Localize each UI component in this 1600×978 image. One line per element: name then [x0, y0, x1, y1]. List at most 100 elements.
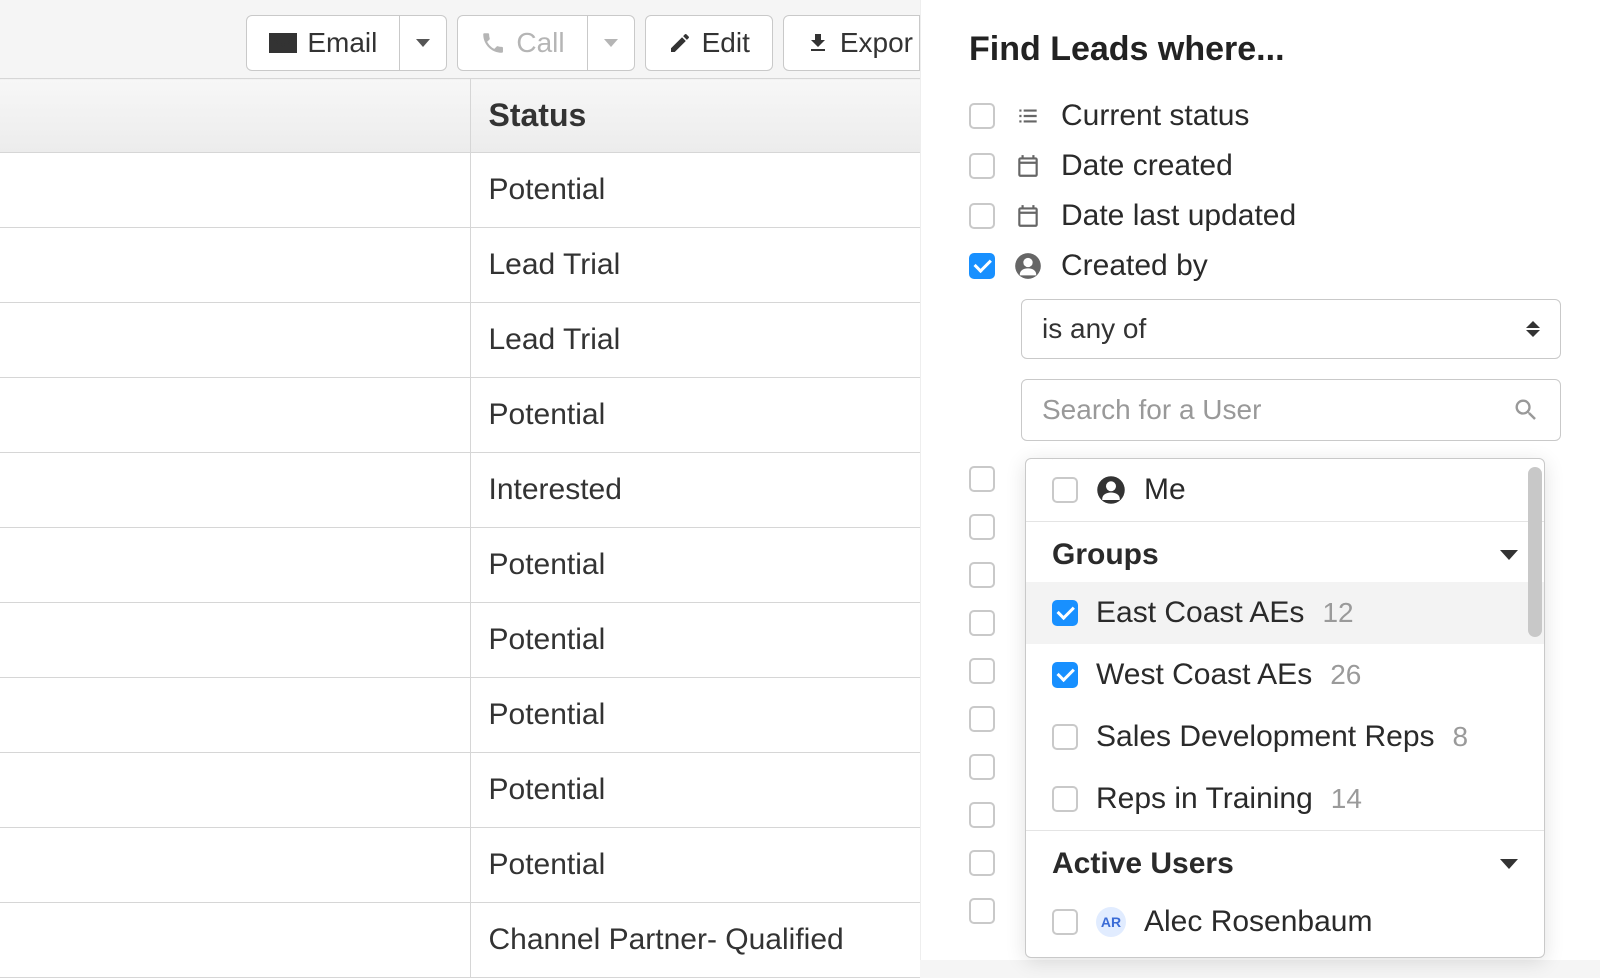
checkbox[interactable] — [969, 562, 995, 588]
leads-table: acts Status Potentialnio Mumbeson +2Lead… — [0, 78, 920, 978]
checkbox[interactable] — [969, 754, 995, 780]
mail-icon — [269, 33, 297, 53]
filter-sidebar: Find Leads where... Current status Date … — [920, 0, 1600, 960]
operator-value: is any of — [1042, 313, 1146, 345]
checkbox[interactable] — [1052, 724, 1078, 750]
table-row[interactable]: in KellyLead Trial — [0, 303, 920, 378]
cell-status: Potential — [470, 753, 920, 828]
toolbar: Email Call Edit Expor — [0, 10, 920, 76]
leads-table-wrap: acts Status Potentialnio Mumbeson +2Lead… — [0, 78, 920, 978]
checkbox[interactable] — [969, 103, 995, 129]
filter-label: Date last updated — [1061, 199, 1296, 233]
export-label: Expor — [840, 27, 913, 59]
checkbox[interactable] — [969, 514, 995, 540]
filter-date-created[interactable]: Date created — [969, 149, 1560, 183]
checkbox[interactable] — [969, 253, 995, 279]
call-dropdown-button[interactable] — [588, 15, 635, 71]
cell-status: Lead Trial — [470, 228, 920, 303]
checkbox[interactable] — [1052, 909, 1078, 935]
cell-contact: n Dusk — [0, 678, 470, 753]
email-label: Email — [307, 27, 377, 59]
table-row[interactable]: on HannaInterested — [0, 453, 920, 528]
cell-contact: lie Fern — [0, 903, 470, 978]
chevron-down-icon — [1500, 859, 1518, 869]
table-row[interactable]: cent MeinerdingPotential — [0, 828, 920, 903]
filter-label: Current status — [1061, 99, 1249, 133]
checkbox[interactable] — [1052, 662, 1078, 688]
column-header-contacts[interactable]: acts — [0, 79, 470, 153]
popup-group-item[interactable]: Reps in Training 14 — [1026, 768, 1544, 830]
sidebar-title: Find Leads where... — [969, 30, 1560, 69]
cell-status: Potential — [470, 603, 920, 678]
email-button-group: Email — [246, 15, 447, 71]
email-dropdown-button[interactable] — [400, 15, 447, 71]
table-row[interactable]: Potential — [0, 528, 920, 603]
cell-status: Potential — [470, 378, 920, 453]
section-title: Groups — [1052, 538, 1159, 572]
popup-group-item[interactable]: East Coast AEs12 — [1026, 582, 1544, 644]
table-row[interactable]: g GreenbaumPotential — [0, 753, 920, 828]
popup-groups-header[interactable]: Groups — [1026, 521, 1544, 582]
popup-user-item[interactable]: Alex Prokop — [1026, 953, 1544, 958]
table-row[interactable]: nio Mumbeson +2Lead Trial — [0, 228, 920, 303]
column-header-status[interactable]: Status — [470, 79, 920, 153]
filter-current-status[interactable]: Current status — [969, 99, 1560, 133]
call-button[interactable]: Call — [457, 15, 587, 71]
cell-status: Potential — [470, 678, 920, 753]
popup-active-users-header[interactable]: Active Users — [1026, 830, 1544, 891]
cell-contact — [0, 153, 470, 228]
table-row[interactable]: Potential — [0, 153, 920, 228]
checkbox[interactable] — [969, 466, 995, 492]
table-row[interactable]: a PalaiaPotential — [0, 378, 920, 453]
checkbox[interactable] — [969, 802, 995, 828]
section-title: Active Users — [1052, 847, 1234, 881]
email-button[interactable]: Email — [246, 15, 400, 71]
cell-status: Channel Partner- Qualified — [470, 903, 920, 978]
avatar: AR — [1096, 907, 1126, 937]
checkbox[interactable] — [1052, 786, 1078, 812]
download-icon — [806, 31, 830, 55]
list-icon — [1013, 101, 1043, 131]
popup-group-item[interactable]: West Coast AEs 26 — [1026, 644, 1544, 706]
pencil-icon — [668, 31, 692, 55]
group-name: Sales Development Reps — [1096, 720, 1435, 754]
user-name: Alec Rosenbaum — [1144, 905, 1372, 939]
scrollbar[interactable] — [1528, 467, 1542, 637]
popup-group-item[interactable]: Sales Development Reps8 — [1026, 706, 1544, 768]
checkbox[interactable] — [1052, 477, 1078, 503]
table-row[interactable]: n TuskPotential — [0, 603, 920, 678]
checkbox[interactable] — [969, 203, 995, 229]
hidden-filters — [969, 466, 995, 924]
edit-button[interactable]: Edit — [645, 15, 773, 71]
checkbox[interactable] — [969, 610, 995, 636]
popup-item-me[interactable]: Me — [1026, 459, 1544, 521]
group-count: 26 — [1330, 659, 1361, 691]
user-search-input[interactable] — [1042, 394, 1512, 426]
operator-select[interactable]: is any of — [1021, 299, 1561, 359]
filter-label: Created by — [1061, 249, 1208, 283]
checkbox[interactable] — [969, 706, 995, 732]
cell-contact: nio Mumbeson +2 — [0, 228, 470, 303]
popup-item-label: Me — [1144, 473, 1186, 507]
export-button[interactable]: Expor — [783, 15, 920, 71]
group-count: 14 — [1331, 783, 1362, 815]
chevron-down-icon — [416, 39, 430, 47]
checkbox[interactable] — [969, 658, 995, 684]
group-name: West Coast AEs — [1096, 658, 1312, 692]
table-row[interactable]: lie FernChannel Partner- Qualified — [0, 903, 920, 978]
checkbox[interactable] — [1052, 600, 1078, 626]
checkbox[interactable] — [969, 898, 995, 924]
filter-date-last-updated[interactable]: Date last updated — [969, 199, 1560, 233]
checkbox[interactable] — [969, 850, 995, 876]
cell-status: Potential — [470, 828, 920, 903]
group-count: 12 — [1322, 597, 1353, 629]
filter-label: Date created — [1061, 149, 1233, 183]
checkbox[interactable] — [969, 153, 995, 179]
group-name: Reps in Training — [1096, 782, 1313, 816]
cell-contact: in Kelly — [0, 303, 470, 378]
cell-contact: g Greenbaum — [0, 753, 470, 828]
popup-user-item[interactable]: AR Alec Rosenbaum — [1026, 891, 1544, 953]
table-row[interactable]: n DuskPotential — [0, 678, 920, 753]
filter-created-by[interactable]: Created by — [969, 249, 1560, 283]
phone-icon — [480, 30, 506, 56]
